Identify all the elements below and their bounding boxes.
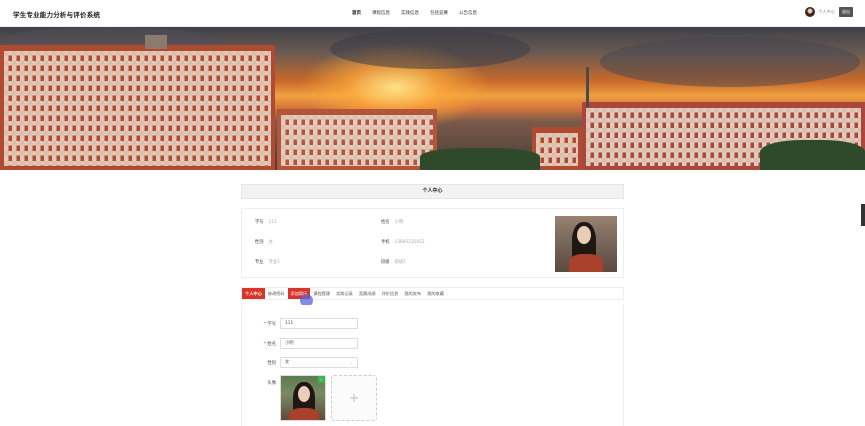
top-header: 学生专业能力分析与评价系统 首页 课程信息 实践信息 包括竞赛 公告信息 个人中…	[0, 0, 865, 27]
tab-course-suggest[interactable]: 课程提建	[310, 288, 333, 299]
scrollbar-handle[interactable]	[861, 204, 865, 226]
phone-value: 13845235652	[394, 240, 425, 245]
cloud	[330, 29, 530, 69]
tab-evaluation[interactable]: 评价信息	[379, 288, 402, 299]
building-left	[0, 45, 275, 170]
student-id-value: 111	[268, 220, 277, 225]
user-center-link[interactable]: 个人中心	[818, 9, 835, 15]
chevron-down-icon: ⌄	[349, 360, 353, 365]
app-title: 学生专业能力分析与评价系统	[13, 11, 101, 19]
major-row: 专业 专业1	[255, 259, 280, 265]
upload-add-button[interactable]: +	[331, 375, 377, 421]
phone-label: 手机	[381, 240, 390, 245]
major-label: 专业	[255, 260, 264, 265]
form-name-label: * 姓名	[263, 342, 276, 347]
trees	[420, 148, 540, 170]
name-row: 姓名 小明	[381, 219, 403, 225]
profile-photo	[555, 216, 617, 272]
tab-competition-scores[interactable]: 竞赛成绩	[356, 288, 379, 299]
class-row: 班级 班级1	[381, 259, 406, 265]
gender-label: 性别	[255, 240, 264, 245]
nav-competitions[interactable]: 包括竞赛	[430, 10, 448, 16]
gender-select[interactable]: 女 ⌄	[280, 357, 358, 368]
form-gender-label: 性别	[267, 361, 276, 366]
class-value: 班级1	[394, 260, 406, 265]
avatar[interactable]	[805, 7, 816, 17]
phone-row: 手机 13845235652	[381, 239, 425, 245]
uploaded-avatar-thumb[interactable]: ✓	[280, 375, 326, 421]
tab-my-favorites[interactable]: 我的收藏	[424, 288, 447, 299]
nav-announcements[interactable]: 公告信息	[459, 10, 477, 16]
trees	[760, 140, 865, 170]
student-id-row: 学号 111	[255, 219, 277, 225]
main-nav: 首页 课程信息 实践信息 包括竞赛 公告信息	[352, 10, 488, 16]
antenna	[586, 67, 589, 107]
form-student-id-label: * 学号	[263, 322, 276, 327]
profile-title: 个人中心	[241, 184, 624, 199]
tab-my-posts[interactable]: 我的发布	[401, 288, 424, 299]
rooftop	[145, 35, 167, 49]
gender-select-value: 女	[285, 360, 290, 365]
nav-practice[interactable]: 实践信息	[401, 10, 419, 16]
gender-value: 女	[268, 240, 273, 245]
check-icon: ✓	[318, 376, 325, 383]
nav-home[interactable]: 首页	[352, 10, 361, 16]
name-value: 小明	[394, 220, 404, 225]
student-id-label: 学号	[255, 220, 264, 225]
form-avatar-label: 头像	[267, 381, 276, 386]
user-area: 个人中心 退出	[805, 7, 853, 17]
major-value: 专业1	[268, 260, 280, 265]
name-label: 姓名	[381, 220, 390, 225]
student-id-input[interactable]: 111	[280, 318, 358, 329]
tab-change-password[interactable]: 修改密码	[265, 288, 288, 299]
campus-banner	[0, 27, 865, 170]
tab-practice-records[interactable]: 实践记录	[333, 288, 356, 299]
class-label: 班级	[381, 260, 390, 265]
name-input[interactable]: 小明	[280, 338, 358, 349]
building-middle	[277, 109, 437, 170]
logout-button[interactable]: 退出	[839, 7, 853, 17]
profile-tabs: 个人中心 修改密码 添加简历 课程提建 实践记录 竞赛成绩 评价信息 我的发布 …	[241, 287, 624, 300]
cloud	[600, 37, 860, 87]
nav-courses[interactable]: 课程信息	[372, 10, 390, 16]
gender-row: 性别女	[255, 239, 273, 245]
tab-personal-center[interactable]: 个人中心	[242, 288, 265, 299]
profile-info-card: 学号 111 姓名 小明 性别女 手机 13845235652 专业 专业1 班级 班级1	[241, 208, 624, 278]
